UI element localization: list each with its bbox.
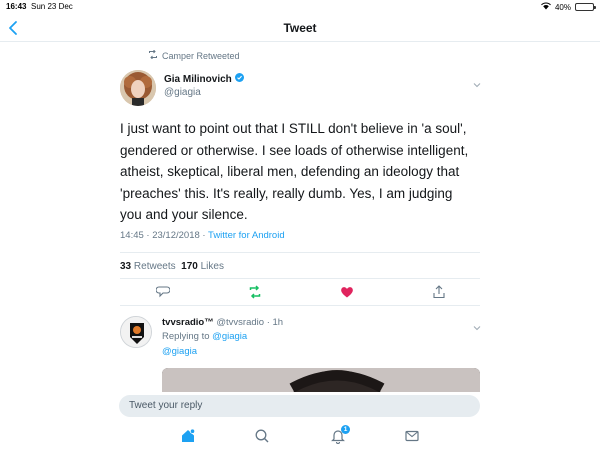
reply-tweet[interactable]: tvvsradio™ @tvvsradio · 1h Replying to @… xyxy=(118,308,488,392)
reply-author-handle: @tvvsradio xyxy=(216,317,265,328)
tweet-stats: 33 Retweets 170 Likes xyxy=(120,261,224,272)
tweet-source-link[interactable]: Twitter for Android xyxy=(208,230,285,241)
likes-label: Likes xyxy=(200,261,224,272)
replying-to-label: Replying to xyxy=(162,331,213,342)
reply-menu-chevron-icon[interactable] xyxy=(472,319,482,331)
wifi-icon xyxy=(541,2,551,12)
author-name: Gia Milinovich xyxy=(164,73,232,85)
retweet-action-icon[interactable] xyxy=(248,285,262,299)
share-icon[interactable] xyxy=(432,285,446,299)
tweet-meta: 14:45 · 23/12/2018 · Twitter for Android xyxy=(120,230,285,241)
replying-to: Replying to @giagia xyxy=(162,331,247,342)
retweet-icon xyxy=(148,49,158,61)
tab-bar: 1 xyxy=(0,422,600,450)
tweet-actions xyxy=(155,285,446,299)
nav-bar: Tweet xyxy=(0,14,600,42)
reply-age: · 1h xyxy=(266,317,284,328)
tab-search-icon[interactable] xyxy=(254,428,270,444)
retweets-label: Retweets xyxy=(133,261,176,272)
replying-to-handle[interactable]: @giagia xyxy=(212,331,247,342)
battery-icon xyxy=(575,3,596,11)
battery-percent: 40% xyxy=(554,2,571,12)
divider xyxy=(120,305,480,306)
reply-header: tvvsradio™ @tvvsradio · 1h xyxy=(162,317,283,328)
author-avatar[interactable] xyxy=(120,70,156,106)
reply-mention[interactable]: @giagia xyxy=(162,346,197,357)
reply-author-avatar[interactable] xyxy=(120,316,152,348)
composer-area: Tweet your reply 1 xyxy=(0,392,600,450)
reply-icon[interactable] xyxy=(155,285,171,299)
author-name-row: Gia Milinovich xyxy=(164,73,244,85)
status-bar: 16:43 Sun 23 Dec 40% xyxy=(0,0,600,14)
retweets-stat[interactable]: 33 Retweets xyxy=(120,261,176,272)
retweet-context-label: Camper Retweeted xyxy=(162,50,240,61)
status-date: Sun 23 Dec xyxy=(31,2,73,11)
likes-stat[interactable]: 170 Likes xyxy=(181,261,224,272)
author-handle: @giagia xyxy=(164,87,201,98)
tweet-thread: Camper Retweeted Gia Milinovich @giagia … xyxy=(118,42,488,392)
retweet-context[interactable]: Camper Retweeted xyxy=(148,49,240,61)
status-right: 40% xyxy=(541,2,596,12)
status-time: 16:43 xyxy=(6,2,27,11)
tweet-text: I just want to point out that I STILL do… xyxy=(120,121,469,223)
author-block[interactable]: Gia Milinovich @giagia xyxy=(164,73,244,98)
tab-home-icon[interactable] xyxy=(180,428,196,444)
divider xyxy=(120,278,480,279)
page-title: Tweet xyxy=(283,21,317,35)
tweet-timestamp: 14:45 · 23/12/2018 · xyxy=(120,230,209,241)
likes-count: 170 xyxy=(181,261,198,272)
tweet-menu-chevron-icon[interactable] xyxy=(472,76,482,88)
retweets-count: 33 xyxy=(120,261,132,272)
reply-author-name: tvvsradio™ xyxy=(162,317,214,328)
tab-messages-icon[interactable] xyxy=(404,428,420,444)
like-heart-icon[interactable] xyxy=(340,285,354,299)
reply-input[interactable]: Tweet your reply xyxy=(119,395,480,417)
notifications-badge: 1 xyxy=(341,425,350,434)
verified-badge-icon xyxy=(234,73,244,85)
divider xyxy=(120,252,480,253)
tab-notifications-icon[interactable]: 1 xyxy=(330,425,350,444)
reply-media-image[interactable] xyxy=(162,368,480,392)
